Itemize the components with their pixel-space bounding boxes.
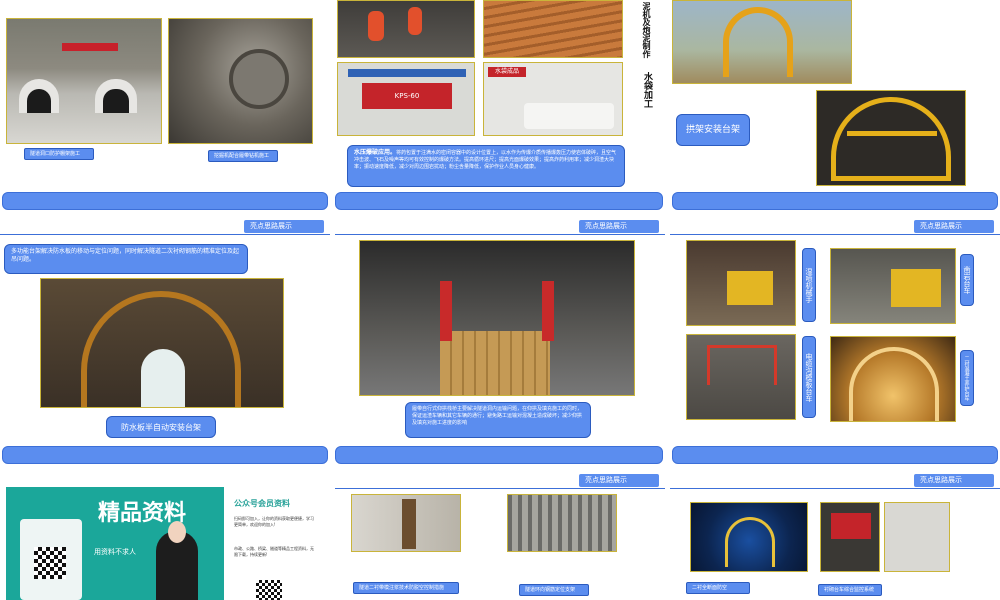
header-rule	[335, 234, 665, 235]
promo-panel: 精品资料 用资料不求人	[6, 487, 224, 600]
slide-bottom-bar	[335, 192, 663, 210]
slide-bottom-bar	[2, 446, 328, 464]
phone-mockup	[20, 519, 82, 600]
qr-note: 扫码即可加入，让你的资料获取更便捷，学习更简单，欢迎你的加入!	[234, 516, 314, 527]
blasting-title: 水压爆破应用。	[354, 149, 397, 156]
qr-note-2: 市政、公路、桥梁、隧道等精品工程资料，无限下载，持续更新!	[234, 546, 314, 557]
trestle-photo	[359, 240, 635, 396]
header-rule	[0, 234, 330, 235]
slide-bottom-bar	[2, 192, 328, 210]
badge-drill-jumbo: 凿岩台车	[960, 254, 974, 306]
slide-bottom-bar	[335, 446, 663, 464]
slide-bottom-bar	[672, 446, 998, 464]
caption-grouting: 隧道二衬带模注浆技术防脱空控制措施	[353, 582, 459, 594]
caption-rebar-bracket: 隧道环向钢筋定位支架	[519, 584, 589, 596]
qr-code-icon	[34, 547, 66, 579]
section-tag: 亮点思路展示	[579, 474, 659, 487]
slide-5[interactable]: 亮点思路展示 履带自行式仰拱栈桥主要解决隧道洞内运输问题，在仰拱及填充施工的同时…	[335, 218, 665, 466]
header-rule	[670, 234, 1000, 235]
slide-4[interactable]: 亮点思路展示 多功能台架解决防水板的移动与定位问题，同时解决隧道二次衬砌钢筋的精…	[0, 218, 330, 466]
waterproof-rig-photo	[40, 278, 284, 408]
header-rule	[670, 488, 1000, 489]
arch-rig-photo-2	[816, 90, 966, 186]
panel-photo	[884, 502, 950, 572]
tunnel-portal-photo	[6, 18, 162, 144]
drill-rig-photo	[168, 18, 313, 144]
water-bag-label: 水袋成品	[488, 67, 526, 77]
clay-rolls-photo	[483, 0, 623, 58]
arch-rig-photo-1	[672, 0, 852, 84]
section-tag: 亮点思路展示	[579, 220, 659, 233]
rebar-bracket-photo	[507, 494, 617, 552]
workers-photo	[337, 0, 475, 58]
monitoring-photo	[820, 502, 880, 572]
machine-label: KPS-60	[362, 83, 452, 109]
promo-subtitle: 用资料不求人	[94, 548, 136, 556]
slide-2[interactable]: 泥机及炮泥制作 KPS-60 水袋成品 水袋加工 水压爆破应用。将药包置于注满水…	[335, 0, 665, 212]
slide-bottom-bar	[672, 192, 998, 210]
slide-1[interactable]: 隧道洞口防护棚架施工 挖掘机配合履带钻机施工	[0, 0, 330, 212]
blasting-text-box: 水压爆破应用。将药包置于注满水的密闭容器中的设计位置上，以水作为传爆介质传播爆轰…	[347, 145, 625, 187]
section-tag: 亮点思路展示	[914, 220, 994, 233]
caption-portal: 隧道洞口防护棚架施工	[24, 148, 94, 160]
description-box: 多功能台架解决防水板的移动与定位问题，同时解决隧道二次衬砌钢筋的精准定位及起吊问…	[4, 244, 248, 274]
caption-full-section: 二衬全断面防空	[686, 582, 750, 594]
slide-8[interactable]: 亮点思路展示 隧道二衬带模注浆技术防脱空控制措施 隧道环向钢筋定位支架	[335, 472, 665, 600]
vertical-title-1: 泥机及炮泥制作	[642, 2, 651, 58]
curing-trolley-photo	[830, 336, 956, 422]
section-tag: 亮点思路展示	[914, 474, 994, 487]
drill-jumbo-photo	[830, 248, 956, 324]
presenter-figure	[156, 521, 198, 600]
caption-drill: 挖掘机配合履带钻机施工	[208, 150, 278, 162]
full-section-photo	[690, 502, 808, 572]
qr-code-icon-2[interactable]	[256, 580, 282, 600]
vertical-title-2: 水袋加工	[642, 72, 652, 108]
shotcrete-photo	[686, 240, 796, 326]
section-tag: 亮点思路展示	[244, 220, 324, 233]
water-bag-photo: 水袋成品	[483, 62, 623, 136]
slide-3[interactable]: 拱架安装台架	[670, 0, 1000, 212]
slide-6[interactable]: 亮点思路展示 湿喷机械手 凿岩台车 电缆沟模板台车 二衬混凝土养护台车	[670, 218, 1000, 466]
slide-9[interactable]: 亮点思路展示 二衬全断面防空 衬砌台车综合监控系统	[670, 472, 1000, 600]
badge-curing-trolley: 二衬混凝土养护台车	[960, 350, 974, 406]
slide-7[interactable]: 精品资料 用资料不求人 公众号会员资料 扫码即可加入，让你的资料获取更便捷，学习…	[0, 472, 330, 600]
grouting-photo	[351, 494, 461, 552]
cable-trench-photo	[686, 334, 796, 420]
machine-photo: KPS-60	[337, 62, 475, 136]
trestle-caption: 履带自行式仰拱栈桥主要解决隧道洞内运输问题，在仰拱及填充施工的同时，保证运渣车辆…	[405, 402, 591, 438]
qr-header: 公众号会员资料	[234, 499, 290, 508]
badge-cable-trench: 电缆沟模板台车	[802, 336, 816, 418]
caption-monitoring: 衬砌台车综合监控系统	[818, 584, 882, 596]
waterproof-rig-caption: 防水板半自动安装台架	[106, 416, 216, 438]
header-rule	[335, 488, 665, 489]
arch-rig-box: 拱架安装台架	[676, 114, 750, 146]
badge-shotcrete: 湿喷机械手	[802, 248, 816, 322]
